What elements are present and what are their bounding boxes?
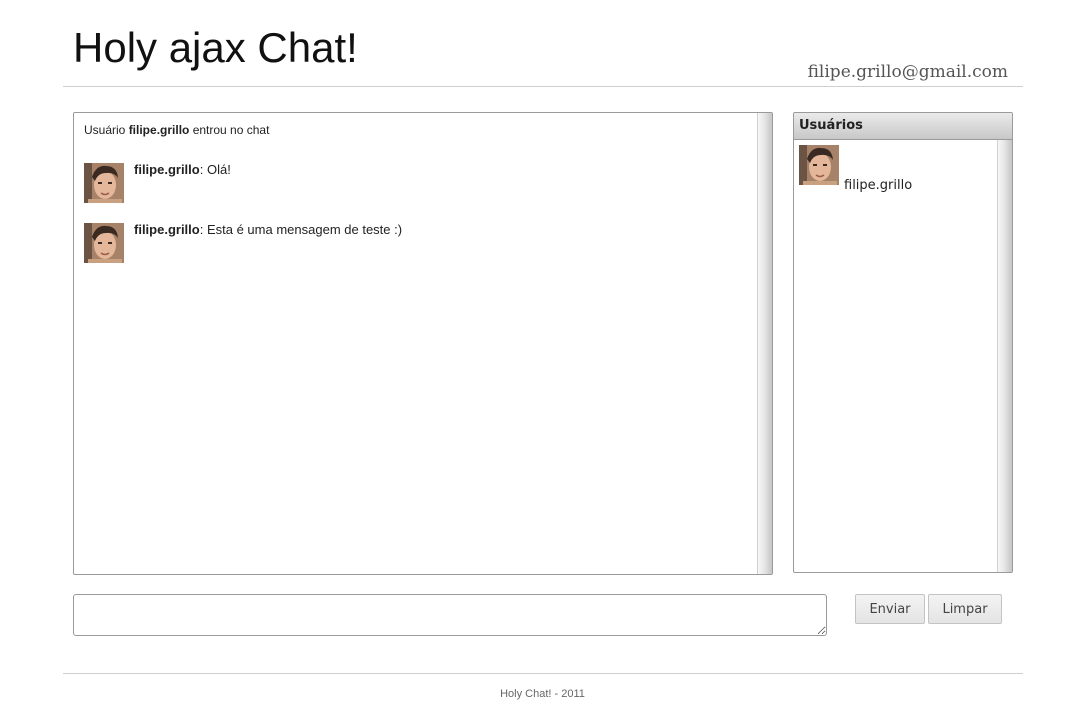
- system-message-prefix: Usuário: [84, 123, 129, 137]
- message-input[interactable]: [73, 594, 827, 636]
- page-title: Holy ajax Chat!: [73, 24, 358, 71]
- chat-log[interactable]: Usuário filipe.grillo entrou no chat fil…: [73, 112, 773, 575]
- send-button[interactable]: Enviar: [855, 594, 925, 624]
- user-avatar-photo: [84, 163, 124, 203]
- user-avatar-photo: [84, 223, 124, 263]
- users-panel-title: Usuários: [794, 113, 1012, 140]
- users-panel: Usuários filipe.grillo: [793, 112, 1013, 573]
- message-separator: :: [199, 222, 207, 237]
- message-author: filipe.grillo: [134, 222, 200, 237]
- users-scrollbar[interactable]: [997, 140, 1012, 572]
- message-body: Olá!: [206, 162, 231, 177]
- footer-divider: [63, 673, 1023, 674]
- system-message-suffix: entrou no chat: [189, 123, 270, 137]
- user-avatar-photo: [799, 145, 839, 185]
- message-body: Esta é uma mensagem de teste :): [206, 222, 403, 237]
- chat-message: filipe.grillo: Esta é uma mensagem de te…: [84, 223, 752, 263]
- message-text: filipe.grillo: Olá!: [134, 163, 231, 177]
- chat-message: filipe.grillo: Olá!: [84, 163, 752, 203]
- footer-text: Holy Chat! - 2011: [500, 688, 585, 700]
- message-text: filipe.grillo: Esta é uma mensagem de te…: [134, 223, 402, 237]
- message-author: filipe.grillo: [134, 162, 200, 177]
- system-message: Usuário filipe.grillo entrou no chat: [84, 123, 752, 143]
- users-list: filipe.grillo: [794, 140, 1012, 572]
- user-list-name: filipe.grillo: [844, 178, 913, 193]
- header-divider: [63, 86, 1023, 87]
- chat-scrollbar[interactable]: [757, 113, 772, 574]
- system-message-user: filipe.grillo: [128, 123, 190, 137]
- user-email: filipe.grillo@gmail.com: [807, 62, 1008, 82]
- message-separator: :: [199, 162, 207, 177]
- clear-button[interactable]: Limpar: [928, 594, 1002, 624]
- chat-messages: Usuário filipe.grillo entrou no chat fil…: [84, 123, 752, 263]
